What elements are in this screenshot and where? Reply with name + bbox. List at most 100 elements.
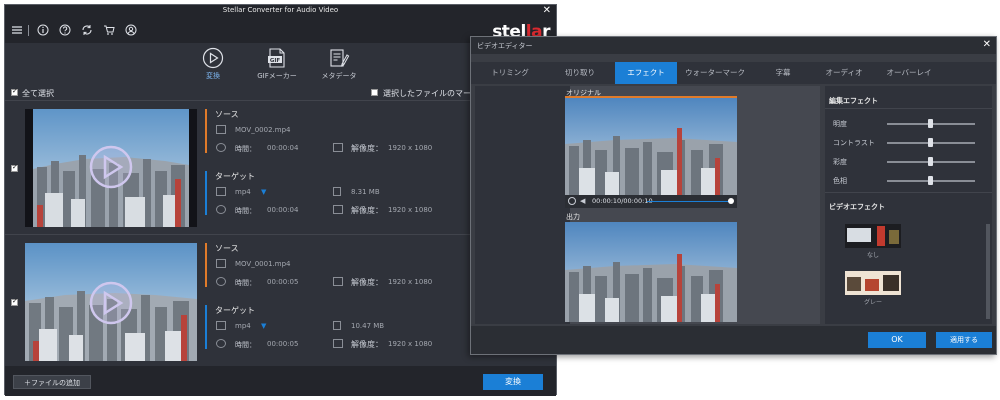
source-resolution: 1920 x 1080 xyxy=(388,278,433,286)
mode-gif-maker[interactable]: GIF GIFメーカー xyxy=(255,47,299,81)
effects-panel: 編集エフェクト 明度 コントラスト 彩度 色相 ビデオエフェクト なし グレー xyxy=(825,86,992,324)
source-time: 00:00:04 xyxy=(267,144,299,152)
city-skyline-image xyxy=(565,98,737,195)
menu-divider xyxy=(28,25,29,36)
clock-icon xyxy=(216,205,226,214)
contrast-label: コントラスト xyxy=(833,139,875,147)
effect-none-thumbnail[interactable] xyxy=(845,224,901,248)
mode-convert[interactable]: 変換 xyxy=(191,47,235,81)
target-format[interactable]: mp4 xyxy=(235,188,251,196)
source-time: 00:00:05 xyxy=(267,278,299,286)
file-checkbox[interactable] xyxy=(11,297,18,306)
video-file-icon xyxy=(216,125,226,134)
footer-bar: ＋ファイルの追加 変換 xyxy=(5,366,556,396)
select-all-label: 全て選択 xyxy=(22,89,54,98)
output-video[interactable] xyxy=(565,222,737,322)
resolution-label: 解像度： xyxy=(351,206,383,215)
app-title: Stellar Converter for Audio Video xyxy=(222,6,339,14)
close-button[interactable]: ✕ xyxy=(543,5,551,16)
merge-label: 選択したファイルのマージ xyxy=(383,89,479,98)
target-format[interactable]: mp4 xyxy=(235,322,251,330)
title-bar: Stellar Converter for Audio Video ✕ xyxy=(5,5,556,17)
contrast-slider[interactable] xyxy=(887,138,975,147)
merge-checkbox[interactable] xyxy=(371,89,378,96)
file-checkbox[interactable] xyxy=(11,163,18,172)
seek-handle[interactable] xyxy=(728,198,734,204)
editor-title: ビデオエディター xyxy=(477,42,533,50)
mode-metadata[interactable]: メタデータ xyxy=(317,47,361,81)
playback-controls: ◀ 00:00:10/00:00:10 xyxy=(565,195,737,208)
target-resolution: 1920 x 1080 xyxy=(388,206,433,214)
tab-effects[interactable]: エフェクト xyxy=(615,62,677,84)
apply-button[interactable]: 適用する xyxy=(936,332,992,348)
format-dropdown-icon[interactable]: ▼ xyxy=(261,322,266,330)
video-effects-title: ビデオエフェクト xyxy=(829,203,885,211)
format-dropdown-icon[interactable]: ▼ xyxy=(261,188,266,196)
original-video[interactable] xyxy=(565,98,737,195)
play-button[interactable] xyxy=(568,197,576,205)
resolution-icon xyxy=(333,339,343,348)
brightness-slider[interactable] xyxy=(887,119,975,128)
editor-bottom-bar: OK 適用する xyxy=(471,326,996,354)
resolution-label: 解像度： xyxy=(351,340,383,349)
hamburger-menu-icon[interactable] xyxy=(11,24,23,36)
effect-gray-thumbnail[interactable] xyxy=(845,271,901,295)
hue-slider[interactable] xyxy=(887,176,975,185)
target-size: 10.47 MB xyxy=(351,322,385,330)
source-bar xyxy=(205,109,207,153)
contrast-slider-knob[interactable] xyxy=(928,138,933,147)
tab-trimming[interactable]: トリミング xyxy=(475,62,545,84)
cart-icon[interactable] xyxy=(103,24,115,36)
source-bar xyxy=(205,243,207,287)
saturation-slider[interactable] xyxy=(887,157,975,166)
divider xyxy=(825,192,992,193)
gif-badge-text: GIF xyxy=(270,58,281,64)
seek-bar[interactable] xyxy=(647,201,731,202)
source-resolution: 1920 x 1080 xyxy=(388,144,433,152)
tab-watermark[interactable]: ウォーターマーク xyxy=(677,62,753,84)
hue-label: 色相 xyxy=(833,177,847,185)
mode-convert-label: 変換 xyxy=(206,72,220,80)
refresh-icon[interactable] xyxy=(81,24,93,36)
target-resolution: 1920 x 1080 xyxy=(388,340,433,348)
source-title: ソース xyxy=(215,244,239,253)
editor-close-button[interactable]: ✕ xyxy=(983,39,991,50)
mode-gif-maker-label: GIFメーカー xyxy=(257,72,297,80)
info-icon[interactable] xyxy=(37,24,49,36)
file-size-icon xyxy=(333,321,341,330)
tab-subtitles[interactable]: 字幕 xyxy=(753,62,813,84)
editor-title-bar: ビデオエディター ✕ xyxy=(471,37,996,54)
convert-button[interactable]: 変換 xyxy=(483,374,543,390)
tab-overlay[interactable]: オーバーレイ xyxy=(875,62,943,84)
target-title: ターゲット xyxy=(215,172,255,181)
video-file-icon xyxy=(216,259,226,268)
time-label: 時間： xyxy=(235,207,256,215)
volume-icon[interactable]: ◀ xyxy=(580,197,585,205)
tab-crop[interactable]: 切り取り xyxy=(545,62,615,84)
brightness-slider-knob[interactable] xyxy=(928,119,933,128)
format-icon xyxy=(216,321,226,330)
tab-audio[interactable]: オーディオ xyxy=(813,62,875,84)
play-circle-icon xyxy=(202,47,224,69)
city-skyline-image xyxy=(25,109,197,227)
ok-button[interactable]: OK xyxy=(868,332,926,348)
video-thumbnail[interactable] xyxy=(25,109,197,227)
video-thumbnail[interactable] xyxy=(25,243,197,361)
saturation-slider-knob[interactable] xyxy=(928,157,933,166)
clock-icon xyxy=(216,143,226,152)
city-skyline-image xyxy=(25,243,197,361)
add-file-button[interactable]: ＋ファイルの追加 xyxy=(13,375,91,389)
resolution-label: 解像度： xyxy=(351,278,383,287)
target-bar xyxy=(205,171,207,215)
metadata-edit-icon xyxy=(330,49,350,67)
target-size: 8.31 MB xyxy=(351,188,380,196)
select-all-checkbox[interactable] xyxy=(11,87,18,96)
help-icon[interactable] xyxy=(59,24,71,36)
video-editor-dialog: ビデオエディター ✕ トリミング 切り取り エフェクト ウォーターマーク 字幕 … xyxy=(470,36,997,355)
source-filename: MOV_0001.mp4 xyxy=(235,260,291,268)
hue-slider-knob[interactable] xyxy=(928,176,933,185)
video-preview-panel: オリジナル ◀ 00:00:10/00:00:10 出力 xyxy=(565,86,820,324)
effects-scrollbar[interactable] xyxy=(986,224,990,319)
editor-left-panel xyxy=(475,86,570,324)
user-icon[interactable] xyxy=(125,24,137,36)
